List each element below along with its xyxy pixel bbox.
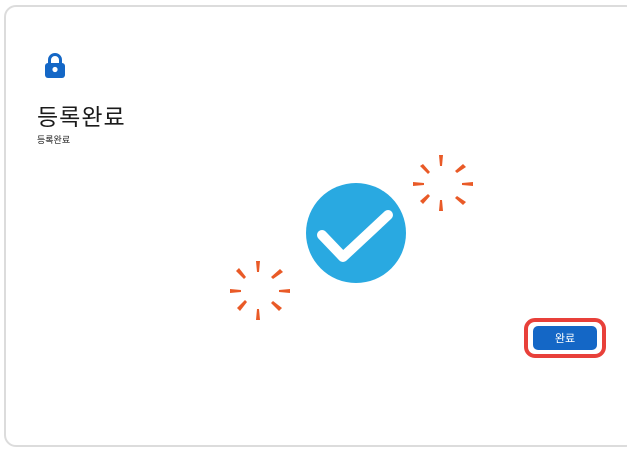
lock-icon xyxy=(45,53,65,78)
page-title: 등록완료 xyxy=(37,105,126,131)
dialog-window xyxy=(4,5,627,447)
page-subtitle: 등록완료 xyxy=(37,136,71,146)
done-button[interactable]: 완료 xyxy=(533,326,597,350)
